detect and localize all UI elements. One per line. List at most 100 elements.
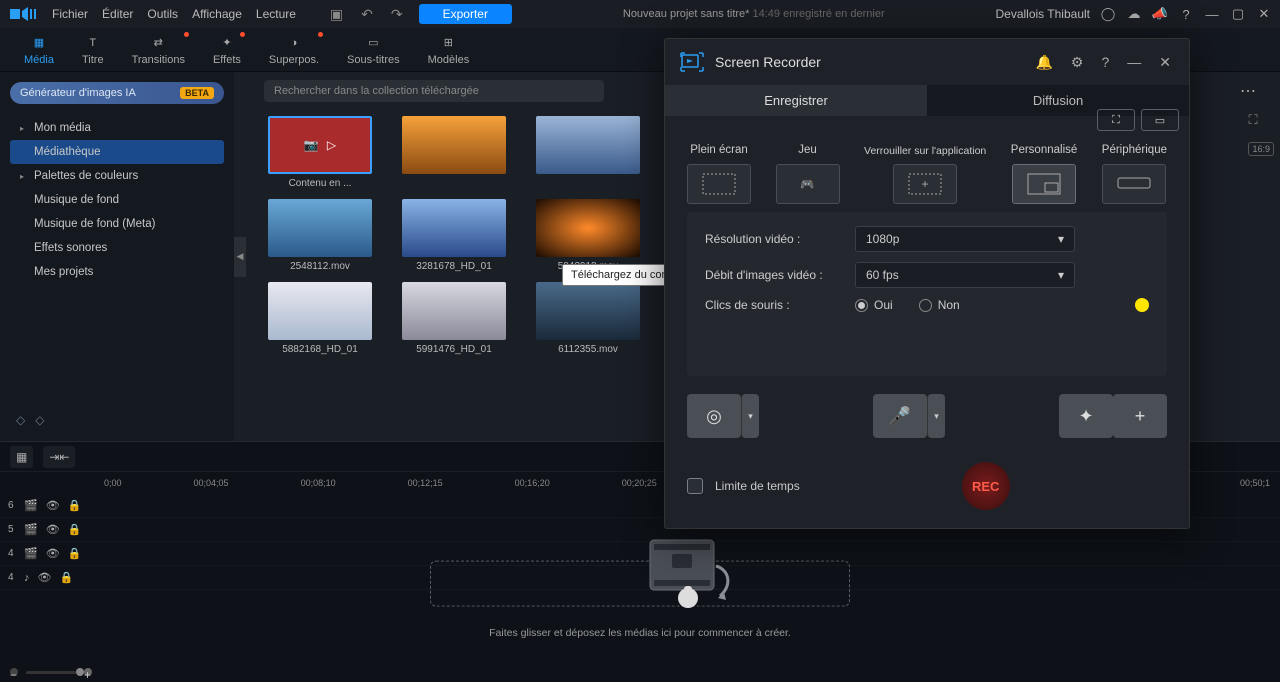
eye-icon[interactable]: 👁 bbox=[46, 499, 60, 512]
fps-label: Débit d'images vidéo : bbox=[705, 268, 855, 282]
fps-select[interactable]: 60 fps▾ bbox=[855, 262, 1075, 288]
camera-icon: 📷 bbox=[304, 138, 319, 152]
media-thumb[interactable] bbox=[394, 116, 514, 189]
tab-transitions[interactable]: ⇄Transitions bbox=[118, 30, 199, 70]
project-title: Nouveau projet sans titre* 14:49 enregis… bbox=[526, 8, 982, 20]
cloud-icon[interactable]: ☁ bbox=[1126, 6, 1142, 22]
time-limit-label: Limite de temps bbox=[715, 479, 800, 493]
collapse-left-icon[interactable]: ◀ bbox=[234, 237, 246, 277]
timeline-tool-1[interactable]: ▦ bbox=[10, 446, 33, 468]
user-icon[interactable]: ◯ bbox=[1100, 6, 1116, 22]
resolution-select[interactable]: 1080p▾ bbox=[855, 226, 1075, 252]
more-menu-icon[interactable]: ⋯ bbox=[1240, 81, 1258, 101]
tree-color-palettes[interactable]: ▸Palettes de couleurs bbox=[10, 164, 224, 188]
media-thumb[interactable]: 5882168_HD_01 bbox=[260, 282, 380, 355]
help-icon[interactable]: ? bbox=[1097, 54, 1113, 70]
mouse-no-radio[interactable]: Non bbox=[919, 298, 960, 312]
media-thumb[interactable]: 3281678_HD_01 bbox=[394, 199, 514, 272]
source-fullscreen[interactable]: Plein écran bbox=[687, 130, 751, 204]
ai-image-generator-pill[interactable]: Générateur d'images IA BETA bbox=[10, 82, 224, 104]
close-modal-icon[interactable]: ✕ bbox=[1155, 54, 1175, 71]
tree-my-media[interactable]: ▸Mon média bbox=[10, 116, 224, 140]
menu-playback[interactable]: Lecture bbox=[256, 7, 296, 21]
mode-window-icon[interactable]: ▭ bbox=[1141, 109, 1179, 131]
timeline-dropzone[interactable] bbox=[430, 560, 850, 606]
menu-edit[interactable]: Éditer bbox=[102, 7, 133, 21]
media-thumb[interactable]: 2548112.mov bbox=[260, 199, 380, 272]
video-track-icon: 🎬 bbox=[24, 547, 38, 560]
tab-record[interactable]: Enregistrer bbox=[665, 85, 927, 116]
webcam-button[interactable]: ◎ bbox=[687, 394, 741, 438]
video-track-icon: 🎬 bbox=[24, 499, 38, 512]
webcam-dropdown[interactable]: ▾ bbox=[741, 394, 759, 438]
layout-icon[interactable]: ▣ bbox=[328, 6, 345, 23]
undo-icon[interactable]: ↶ bbox=[359, 6, 375, 23]
tree-bg-music[interactable]: Musique de fond bbox=[10, 188, 224, 212]
source-game[interactable]: Jeu 🎮 bbox=[776, 130, 840, 204]
minimize-icon[interactable]: — bbox=[1204, 6, 1220, 22]
zoom-out-icon[interactable]: − bbox=[10, 668, 18, 676]
mouse-clicks-label: Clics de souris : bbox=[705, 298, 855, 312]
media-thumb[interactable] bbox=[528, 116, 648, 189]
dropzone-hint: Faites glisser et déposez les médias ici… bbox=[0, 627, 1280, 639]
export-button[interactable]: Exporter bbox=[419, 4, 512, 24]
search-input[interactable]: Rechercher dans la collection téléchargé… bbox=[264, 80, 604, 102]
tree-my-projects[interactable]: Mes projets bbox=[10, 260, 224, 284]
tree-media-library[interactable]: Médiathèque bbox=[10, 140, 224, 164]
audio-track-icon: ♪ bbox=[24, 572, 30, 584]
menu-tools[interactable]: Outils bbox=[147, 7, 178, 21]
mic-button[interactable]: 🎤 bbox=[873, 394, 927, 438]
mode-fullscreen-icon[interactable]: ⛶ bbox=[1097, 109, 1135, 131]
media-thumb[interactable]: 5991476_HD_01 bbox=[394, 282, 514, 355]
tab-effects[interactable]: ✦Effets bbox=[199, 30, 255, 70]
tab-templates[interactable]: ⊞Modèles bbox=[414, 30, 484, 70]
source-custom[interactable]: Personnalisé bbox=[1011, 130, 1077, 204]
record-settings: Résolution vidéo : 1080p▾ Débit d'images… bbox=[687, 212, 1167, 376]
time-limit-checkbox[interactable] bbox=[687, 478, 703, 494]
tree-sound-fx[interactable]: Effets sonores bbox=[10, 236, 224, 260]
screen-recorder-icon bbox=[679, 49, 705, 75]
source-device[interactable]: Périphérique bbox=[1102, 130, 1167, 204]
user-name: Devallois Thibault bbox=[996, 7, 1091, 21]
eye-icon[interactable]: 👁 bbox=[46, 523, 60, 536]
resolution-label: Résolution vidéo : bbox=[705, 232, 855, 246]
mouse-yes-radio[interactable]: Oui bbox=[855, 298, 893, 312]
announce-icon[interactable]: 📣 bbox=[1152, 6, 1168, 22]
tag-icon[interactable]: ◇ bbox=[16, 413, 25, 427]
timeline-tool-2[interactable]: ⇥⇤ bbox=[43, 446, 75, 468]
tab-title[interactable]: TTitre bbox=[68, 30, 118, 70]
expand-icon[interactable]: ⛶ bbox=[1248, 112, 1274, 128]
eye-icon[interactable]: 👁 bbox=[38, 571, 52, 584]
media-thumb[interactable]: 6112355.mov bbox=[528, 282, 648, 355]
tab-overlay[interactable]: ◑Superpos. bbox=[255, 30, 333, 70]
close-icon[interactable]: ✕ bbox=[1256, 6, 1272, 22]
lock-icon[interactable]: 🔒 bbox=[68, 523, 82, 536]
redo-icon[interactable]: ↷ bbox=[389, 6, 405, 23]
zoom-in-icon[interactable]: + bbox=[84, 668, 92, 676]
click-color-swatch[interactable] bbox=[1135, 298, 1149, 312]
tab-subtitles[interactable]: ▭Sous-titres bbox=[333, 30, 414, 70]
minimize-modal-icon[interactable]: — bbox=[1123, 54, 1145, 70]
lock-icon[interactable]: 🔒 bbox=[68, 499, 82, 512]
menu-view[interactable]: Affichage bbox=[192, 7, 242, 21]
mic-dropdown[interactable]: ▾ bbox=[927, 394, 945, 438]
lock-icon[interactable]: 🔒 bbox=[68, 547, 82, 560]
lock-icon[interactable]: 🔒 bbox=[59, 571, 73, 584]
aspect-badge[interactable]: 16:9 bbox=[1248, 142, 1274, 156]
menu-file[interactable]: Fichier bbox=[52, 7, 88, 21]
bell-icon[interactable]: 🔔 bbox=[1031, 54, 1056, 71]
add-overlay-button[interactable]: + bbox=[1113, 394, 1167, 438]
tab-media[interactable]: ▦Média bbox=[10, 30, 68, 70]
settings-icon[interactable]: ⚙ bbox=[1067, 54, 1088, 71]
source-lock-app[interactable]: Verrouiller sur l'application + bbox=[864, 130, 986, 204]
eraser-icon[interactable]: ◇ bbox=[35, 413, 44, 427]
thumb-download-online[interactable]: 📷▷ Contenu en ... bbox=[260, 116, 380, 189]
help-icon[interactable]: ? bbox=[1178, 6, 1194, 22]
tree-bg-music-meta[interactable]: Musique de fond (Meta) bbox=[10, 212, 224, 236]
record-button[interactable]: REC bbox=[962, 462, 1010, 510]
play-icon: ▷ bbox=[327, 138, 336, 152]
eye-icon[interactable]: 👁 bbox=[46, 547, 60, 560]
maximize-icon[interactable]: ▢ bbox=[1230, 6, 1246, 22]
media-thumb[interactable]: 5042918.mov bbox=[528, 199, 648, 272]
overlay-button[interactable]: ✦ bbox=[1059, 394, 1113, 438]
